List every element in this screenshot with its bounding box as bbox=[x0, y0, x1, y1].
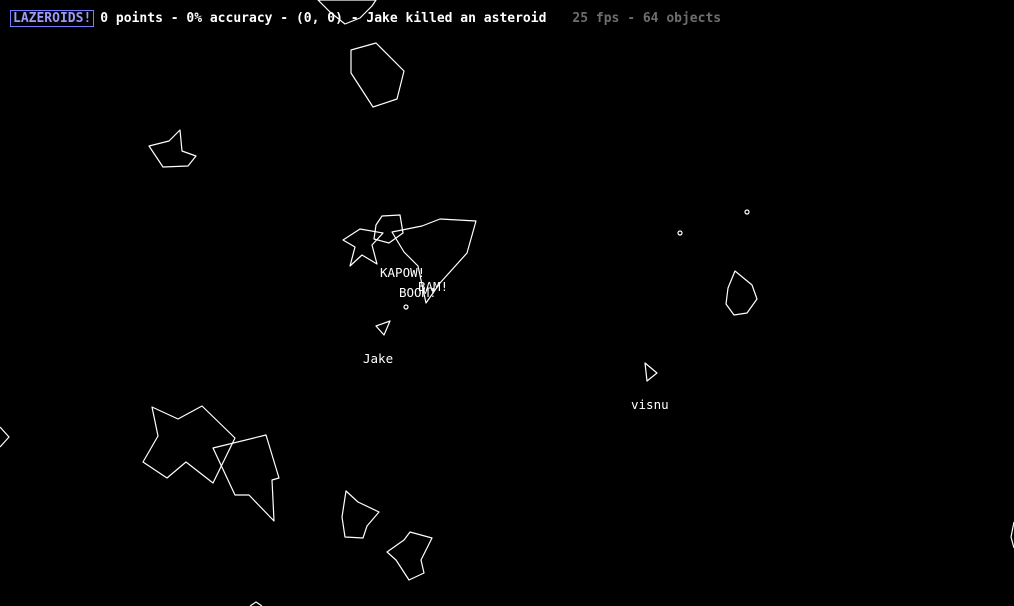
asteroid bbox=[725, 270, 758, 316]
hud-bar: LAZEROIDS! 0 points - 0% accuracy - (0, … bbox=[10, 8, 721, 28]
asteroid bbox=[148, 129, 197, 168]
asteroid bbox=[386, 531, 433, 581]
asteroid bbox=[142, 405, 236, 484]
player-ship bbox=[375, 320, 391, 336]
performance-text: 25 fps - 64 objects bbox=[572, 10, 722, 26]
explosion-text-boom: BOOM! bbox=[399, 285, 437, 300]
explosion-text-kapow: KAPOW! bbox=[380, 265, 425, 280]
asteroid bbox=[341, 490, 380, 539]
game-title-badge[interactable]: LAZEROIDS! bbox=[10, 9, 95, 27]
status-text: 0 points - 0% accuracy - (0, 0) - Jake k… bbox=[100, 10, 547, 26]
player-name-label: Jake bbox=[363, 351, 393, 366]
asteroid bbox=[249, 601, 263, 606]
asteroid bbox=[212, 434, 280, 522]
asteroid bbox=[0, 426, 10, 448]
player-name-label: visnu bbox=[631, 397, 669, 412]
asteroid bbox=[350, 42, 405, 108]
bullet bbox=[677, 230, 683, 236]
game-canvas[interactable]: KAPOW! BAM! BOOM! Jake visnu bbox=[0, 0, 1014, 606]
asteroid bbox=[342, 228, 384, 267]
bullet bbox=[744, 209, 750, 215]
player-ship bbox=[644, 362, 658, 382]
bullet bbox=[403, 304, 409, 310]
